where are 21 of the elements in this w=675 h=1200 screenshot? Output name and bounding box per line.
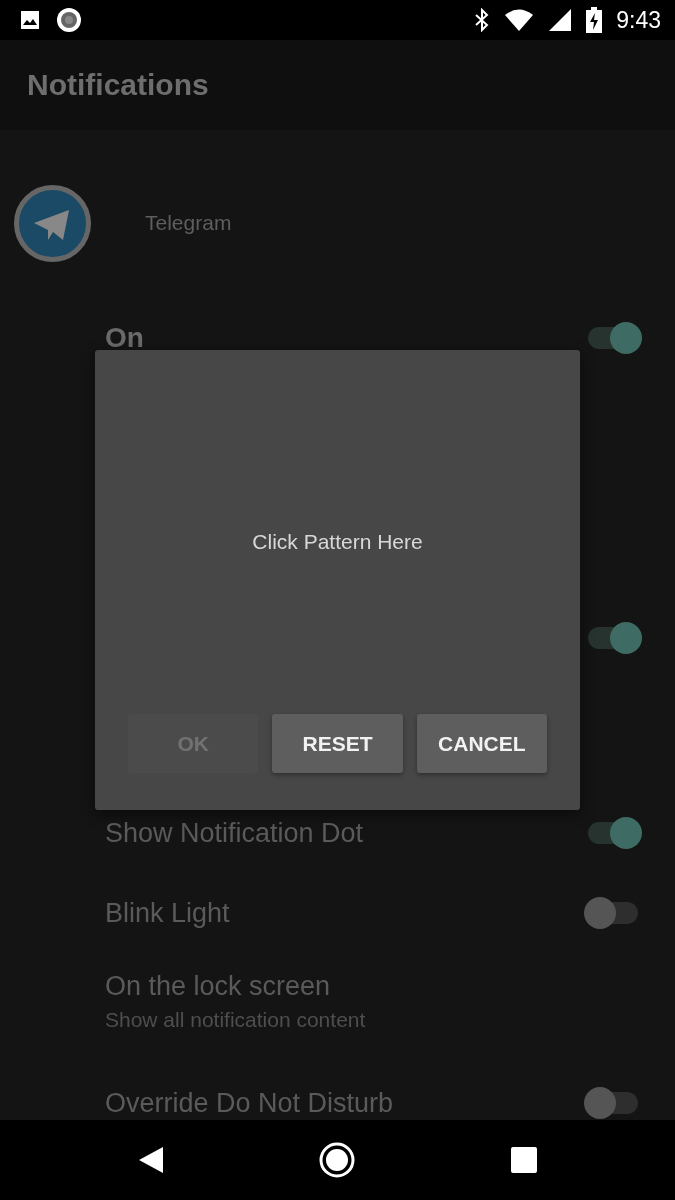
- dialog-button[interactable]: RESET: [272, 714, 403, 773]
- dialog-button[interactable]: CANCEL: [416, 714, 547, 773]
- app-name: Telegram: [145, 211, 232, 235]
- clock-time: 9:43: [616, 6, 661, 34]
- setting-label: Blink Light: [105, 897, 230, 929]
- battery-charging-icon: [586, 7, 603, 33]
- setting-summary: Show all notification content: [105, 1007, 366, 1032]
- screen-title: Notifications: [27, 68, 209, 102]
- image-icon: [18, 8, 42, 32]
- setting-label: On: [105, 322, 144, 354]
- bluetooth-icon: [474, 8, 491, 32]
- signal-icon: [548, 8, 573, 32]
- wifi-icon: [504, 8, 535, 32]
- setting-label: Override Do Not Disturb: [105, 1087, 394, 1119]
- recents-icon[interactable]: [510, 1146, 539, 1174]
- home-icon[interactable]: [318, 1141, 357, 1179]
- paper-plane-app-icon: [14, 184, 91, 262]
- record-icon: [56, 7, 82, 33]
- setting-label: Show Notification Dot: [105, 817, 364, 849]
- setting-label: On the lock screen: [105, 970, 332, 1002]
- dialog-message: Click Pattern Here: [252, 530, 423, 554]
